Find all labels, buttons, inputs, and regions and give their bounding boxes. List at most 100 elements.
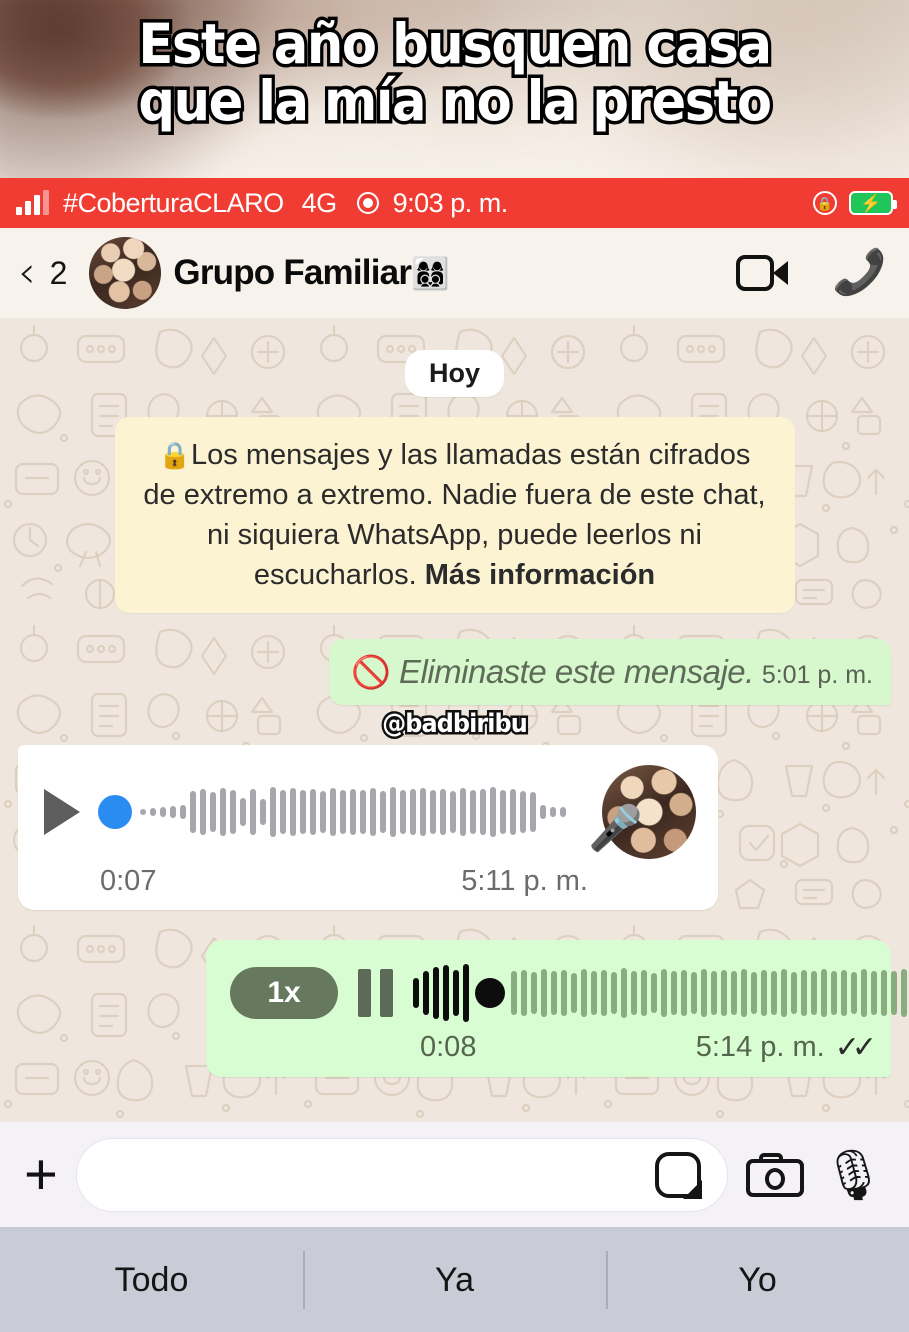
waveform-bar bbox=[200, 789, 206, 836]
message-timestamp: 5:14 p. m. bbox=[695, 1031, 825, 1064]
charging-bolt-icon: ⚡ bbox=[860, 193, 882, 213]
waveform-bar bbox=[701, 969, 707, 1018]
audio-waveform-outgoing[interactable] bbox=[413, 960, 909, 1026]
waveform-bar bbox=[861, 969, 867, 1018]
waveform-bar bbox=[400, 790, 406, 835]
suggestion-todo[interactable]: Todo bbox=[0, 1261, 303, 1300]
waveform-bar bbox=[791, 972, 797, 1015]
waveform-bar bbox=[490, 787, 496, 838]
waveform-bar bbox=[510, 789, 516, 836]
waveform-bar bbox=[871, 971, 877, 1016]
suggestion-yo[interactable]: Yo bbox=[606, 1261, 909, 1300]
waveform-bar-played bbox=[413, 978, 419, 1009]
suggestion-ya[interactable]: Ya bbox=[303, 1261, 606, 1300]
waveform-bar bbox=[430, 790, 436, 835]
waveform-bar bbox=[721, 970, 727, 1017]
camera-icon[interactable] bbox=[745, 1152, 804, 1197]
keyboard-suggestion-bar: Todo Ya Yo bbox=[0, 1227, 909, 1332]
waveform-bar-played bbox=[443, 965, 449, 1022]
waveform-bar bbox=[521, 970, 527, 1017]
waveform-bar bbox=[470, 790, 476, 835]
status-bar-right: 🔒 ⚡ bbox=[813, 191, 897, 215]
phone-icon[interactable]: 📞 bbox=[832, 248, 887, 297]
voice-message-incoming-bubble[interactable]: 🎤 0:07 5:11 p. m. bbox=[18, 745, 718, 911]
waveform-bar bbox=[551, 971, 557, 1016]
waveform-bar bbox=[811, 971, 817, 1016]
waveform-bar bbox=[621, 968, 627, 1019]
waveform-bar bbox=[360, 790, 366, 835]
day-divider: Hoy bbox=[0, 350, 909, 397]
waveform-bar bbox=[581, 969, 587, 1018]
plus-icon[interactable]: + bbox=[24, 1145, 58, 1204]
page-title[interactable]: Grupo Familiar 👩‍👩‍👦‍👦 bbox=[173, 253, 449, 293]
waveform-bar-played bbox=[453, 970, 459, 1017]
meme-caption-line-2: que la mía no la presto bbox=[135, 68, 775, 133]
encryption-more-info-link[interactable]: Más información bbox=[425, 559, 655, 591]
waveform-bar-played bbox=[433, 967, 439, 1020]
waveform-bar bbox=[450, 791, 456, 834]
back-chevron-icon[interactable]: ‹ bbox=[18, 251, 36, 295]
sender-avatar[interactable]: 🎤 bbox=[588, 765, 696, 860]
waveform-bar bbox=[210, 792, 216, 833]
microphone-icon[interactable]: 🎙 bbox=[822, 1150, 885, 1200]
waveform-bar bbox=[370, 788, 376, 837]
waveform-bar bbox=[611, 972, 617, 1015]
waveform-bar bbox=[781, 969, 787, 1018]
waveform-bar bbox=[571, 973, 577, 1014]
waveform-bar bbox=[891, 971, 897, 1016]
audio-waveform-incoming[interactable] bbox=[98, 781, 574, 843]
waveform-bar bbox=[420, 788, 426, 837]
waveform-bar bbox=[160, 807, 166, 818]
waveform-bar bbox=[671, 971, 677, 1016]
microphone-icon: 🎤 bbox=[588, 804, 643, 854]
status-time: 9:03 p. m. bbox=[392, 187, 509, 218]
waveform-bar bbox=[641, 970, 647, 1017]
waveform-bar bbox=[831, 971, 837, 1016]
playback-scrubber-handle[interactable] bbox=[98, 795, 132, 830]
audio-duration: 0:08 bbox=[420, 1031, 477, 1064]
waveform-bar bbox=[591, 971, 597, 1016]
waveform-bar bbox=[771, 971, 777, 1016]
video-camera-icon[interactable] bbox=[736, 255, 789, 291]
message-input-field[interactable] bbox=[75, 1137, 728, 1212]
waveform-bar bbox=[520, 791, 526, 834]
avatar[interactable] bbox=[89, 237, 162, 309]
waveform-bar-played bbox=[423, 971, 429, 1016]
unread-count-badge[interactable]: 2 bbox=[50, 255, 68, 292]
encryption-notice[interactable]: 🔒Los mensajes y las llamadas están cifra… bbox=[114, 417, 795, 614]
waveform-bar bbox=[330, 788, 336, 837]
waveform-bar bbox=[230, 790, 236, 835]
pause-icon[interactable] bbox=[358, 969, 393, 1018]
playback-scrubber-handle[interactable] bbox=[475, 978, 505, 1009]
waveform-bar bbox=[511, 971, 517, 1016]
waveform-bar-played bbox=[463, 964, 469, 1023]
waveform-bar bbox=[901, 969, 907, 1018]
chat-header: ‹ 2 Grupo Familiar 👩‍👩‍👦‍👦 📞 bbox=[0, 228, 909, 318]
lock-icon: 🔒 bbox=[158, 440, 192, 470]
waveform-bar bbox=[601, 970, 607, 1017]
waveform-bar bbox=[140, 809, 146, 816]
waveform-bar bbox=[350, 789, 356, 836]
waveform-bar bbox=[190, 791, 196, 834]
waveform-bar bbox=[751, 972, 757, 1015]
waveform-bar bbox=[150, 808, 156, 817]
waveform-bar bbox=[180, 805, 186, 820]
waveform-bar bbox=[380, 791, 386, 834]
message-input-bar: + 🎙 bbox=[0, 1122, 909, 1227]
chat-message-list[interactable]: Hoy 🔒Los mensajes y las llamadas están c… bbox=[0, 318, 909, 1122]
waveform-bar bbox=[761, 970, 767, 1017]
deleted-message-bubble[interactable]: 🚫 Eliminaste este mensaje. 5:01 p. m. bbox=[329, 639, 891, 706]
deleted-message-text: Eliminaste este mensaje. bbox=[398, 653, 754, 691]
waveform-bar bbox=[801, 970, 807, 1017]
waveform-bar bbox=[550, 807, 556, 818]
waveform-bar bbox=[841, 970, 847, 1017]
waveform-bar bbox=[531, 972, 537, 1015]
waveform-bar bbox=[540, 805, 546, 820]
play-icon[interactable] bbox=[44, 789, 80, 836]
waveform-bar bbox=[240, 798, 246, 827]
sticker-icon[interactable] bbox=[654, 1151, 702, 1199]
voice-message-outgoing-bubble[interactable]: 1x 0:08 5:14 p. m. ✓✓ bbox=[206, 940, 907, 1078]
waveform-bar bbox=[631, 971, 637, 1016]
playback-speed-button[interactable]: 1x bbox=[230, 967, 338, 1020]
chat-title-text: Grupo Familiar bbox=[173, 253, 412, 292]
